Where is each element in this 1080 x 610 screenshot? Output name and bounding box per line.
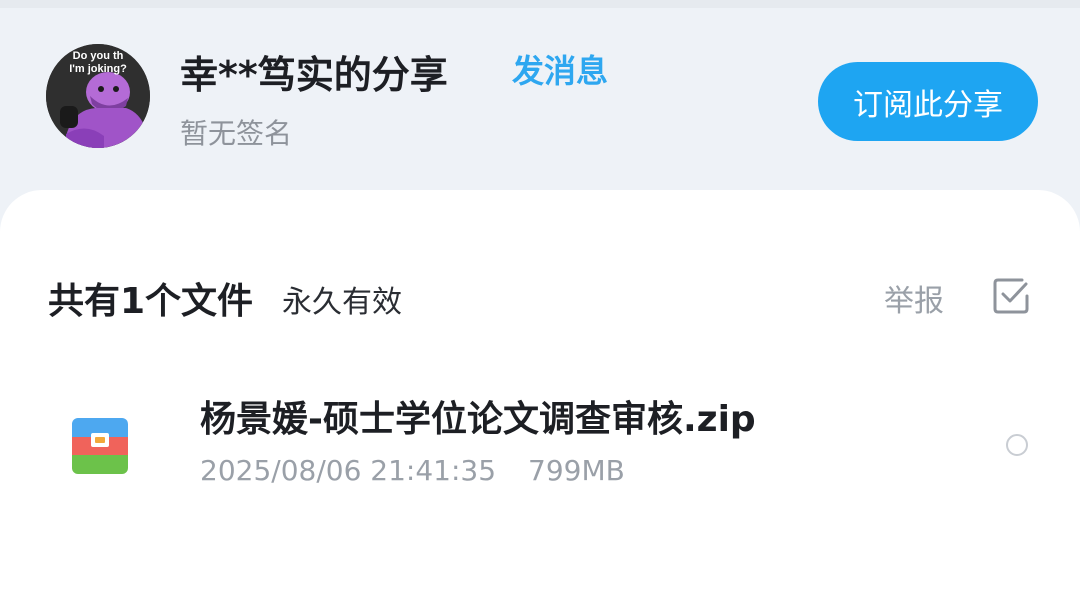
status-divider [0, 0, 1080, 8]
owner-signature: 暂无签名 [180, 117, 293, 150]
avatar[interactable]: Do you th I'm joking? [46, 44, 150, 148]
file-list-card: 共有1个文件 永久有效 举报 杨景媛-硕士学位论文调查审核.zip 2025/0… [0, 190, 1080, 610]
file-row[interactable]: 杨景媛-硕士学位论文调查审核.zip 2025/08/06 21:41:35 79… [0, 378, 1080, 498]
zip-archive-icon [72, 418, 128, 474]
file-name: 杨景媛-硕士学位论文调查审核.zip [200, 399, 756, 440]
validity-label: 永久有效 [282, 285, 402, 320]
file-size: 799MB [528, 454, 625, 487]
subscribe-share-button[interactable]: 订阅此分享 [818, 62, 1038, 141]
subscribe-share-label: 订阅此分享 [853, 87, 1003, 123]
file-select-radio[interactable] [1006, 434, 1028, 456]
file-meta: 2025/08/06 21:41:35 799MB [200, 454, 625, 487]
file-count-title: 共有1个文件 [48, 281, 254, 322]
share-owner-name: 幸**笃实的分享 [180, 53, 448, 97]
send-message-link[interactable]: 发消息 [512, 46, 608, 92]
file-date: 2025/08/06 21:41:35 [200, 454, 497, 487]
select-all-checkbox-icon[interactable] [992, 276, 1032, 316]
avatar-caption-line2: I'm joking? [69, 63, 127, 75]
avatar-caption-line1: Do you th [72, 50, 124, 62]
report-link[interactable]: 举报 [884, 276, 944, 320]
